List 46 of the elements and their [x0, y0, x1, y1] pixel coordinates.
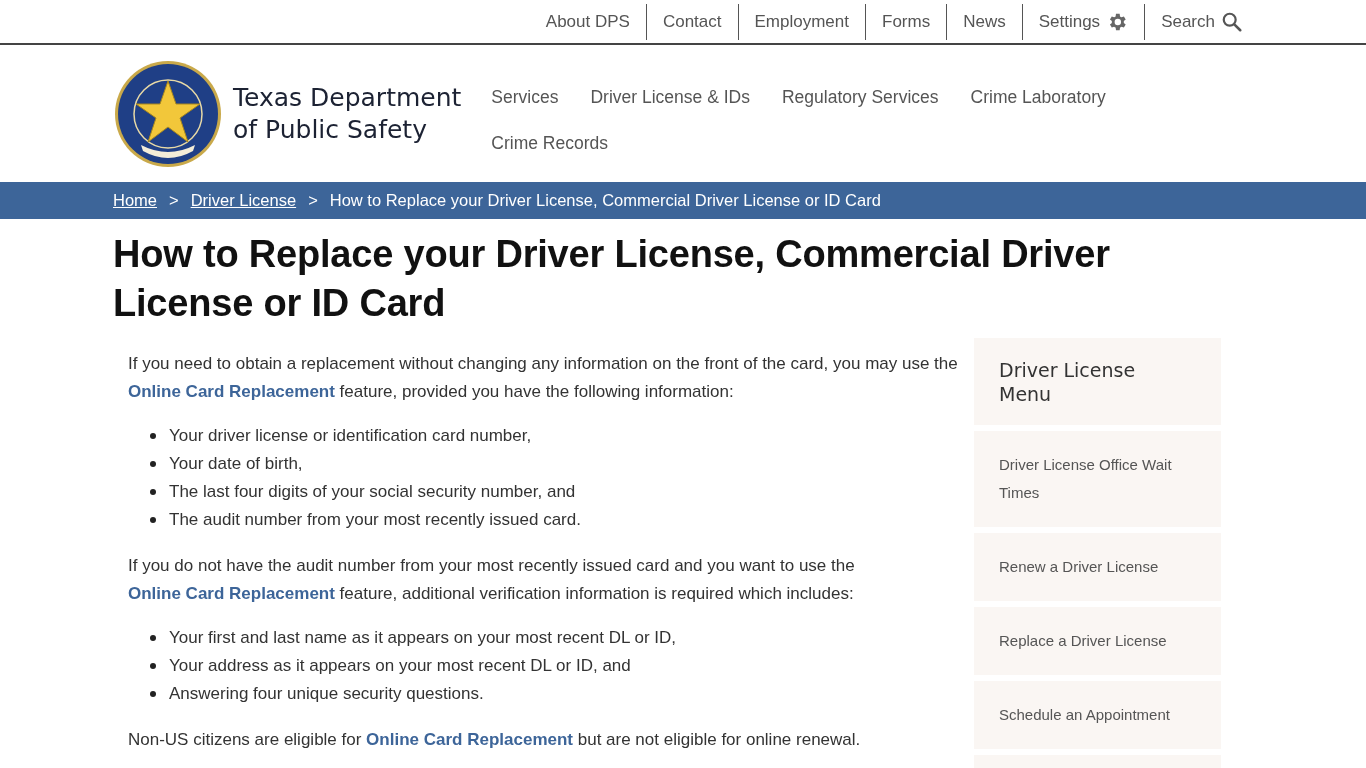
- list-item: Your first and last name as it appears on your most recent DL or ID,: [169, 627, 677, 649]
- bullet-icon: [150, 663, 156, 669]
- breadcrumb-link[interactable]: Home: [113, 191, 157, 210]
- text-link[interactable]: Online Card Replacement: [366, 730, 573, 749]
- paragraph: If you need to obtain a replacement without changing any information on the front of the card, you may use the Online Card Replacement feature, provided you have the following information:: [128, 353, 959, 403]
- list-item: The last four digits of your social security number, and: [169, 481, 576, 503]
- list-item: Your driver license or identification card number,: [169, 425, 532, 447]
- search-link[interactable]: Search: [1145, 3, 1253, 40]
- utility-link[interactable]: About DPS: [529, 3, 647, 40]
- utility-link[interactable]: Employment: [738, 3, 866, 40]
- main-nav-link[interactable]: Services: [475, 75, 575, 121]
- utility-link[interactable]: Forms: [866, 3, 948, 40]
- sidebar-item[interactable]: Renew a Driver License: [974, 533, 1221, 601]
- sidebar-item[interactable]: Driver License Office Wait Times: [974, 431, 1221, 527]
- sidebar-heading: Driver License Menu: [974, 338, 1221, 425]
- list-item: Your date of birth,: [169, 453, 303, 475]
- main-nav-link[interactable]: Driver License & IDs: [574, 75, 766, 121]
- list-item: Answering four unique security questions.: [169, 683, 484, 705]
- sidebar-item[interactable]: Schedule an Appointment: [974, 681, 1221, 749]
- search-icon: [1221, 10, 1243, 33]
- site-title[interactable]: Texas Department of Public Safety: [233, 82, 462, 146]
- bullet-icon: [150, 461, 156, 467]
- page-title: How to Replace your Driver License, Commercial Driver License or ID Card: [113, 232, 1111, 326]
- breadcrumb-current: How to Replace your Driver License, Commercial Driver License or ID Card: [329, 191, 881, 210]
- main-nav-link[interactable]: Crime Records: [475, 121, 625, 167]
- text-link[interactable]: Online Card Replacement: [128, 584, 335, 603]
- sidebar-item[interactable]: Replace a Driver License: [974, 607, 1221, 675]
- breadcrumb-link[interactable]: Driver License: [190, 191, 297, 210]
- list-item: The audit number from your most recently issued card.: [169, 509, 581, 531]
- utility-link[interactable]: Contact: [646, 3, 739, 40]
- bullet-icon: [150, 691, 156, 697]
- bullet-icon: [150, 433, 156, 439]
- main-nav-link[interactable]: Regulatory Services: [765, 75, 955, 121]
- text-link[interactable]: Online Card Replacement: [128, 382, 335, 401]
- bullet-icon: [150, 489, 156, 495]
- utility-link[interactable]: News: [947, 3, 1023, 40]
- settings-link[interactable]: Settings: [1022, 3, 1146, 40]
- list-item: Your address as it appears on your most recent DL or ID, and: [169, 655, 631, 677]
- bullet-icon: [150, 517, 156, 523]
- paragraph: If you do not have the audit number from your most recently issued card and you want to use the Online Card Replacement feature, additional verification information is required which includes:: [128, 555, 856, 605]
- bullet-icon: [150, 635, 156, 641]
- breadcrumb-separator: >: [169, 191, 179, 210]
- seal-icon: [113, 59, 223, 169]
- paragraph: Non-US citizens are eligible for Online Card Replacement but are not eligible for online renewal.: [128, 729, 862, 751]
- breadcrumb-separator: >: [308, 191, 318, 210]
- main-nav-link[interactable]: Crime Laboratory: [954, 75, 1122, 121]
